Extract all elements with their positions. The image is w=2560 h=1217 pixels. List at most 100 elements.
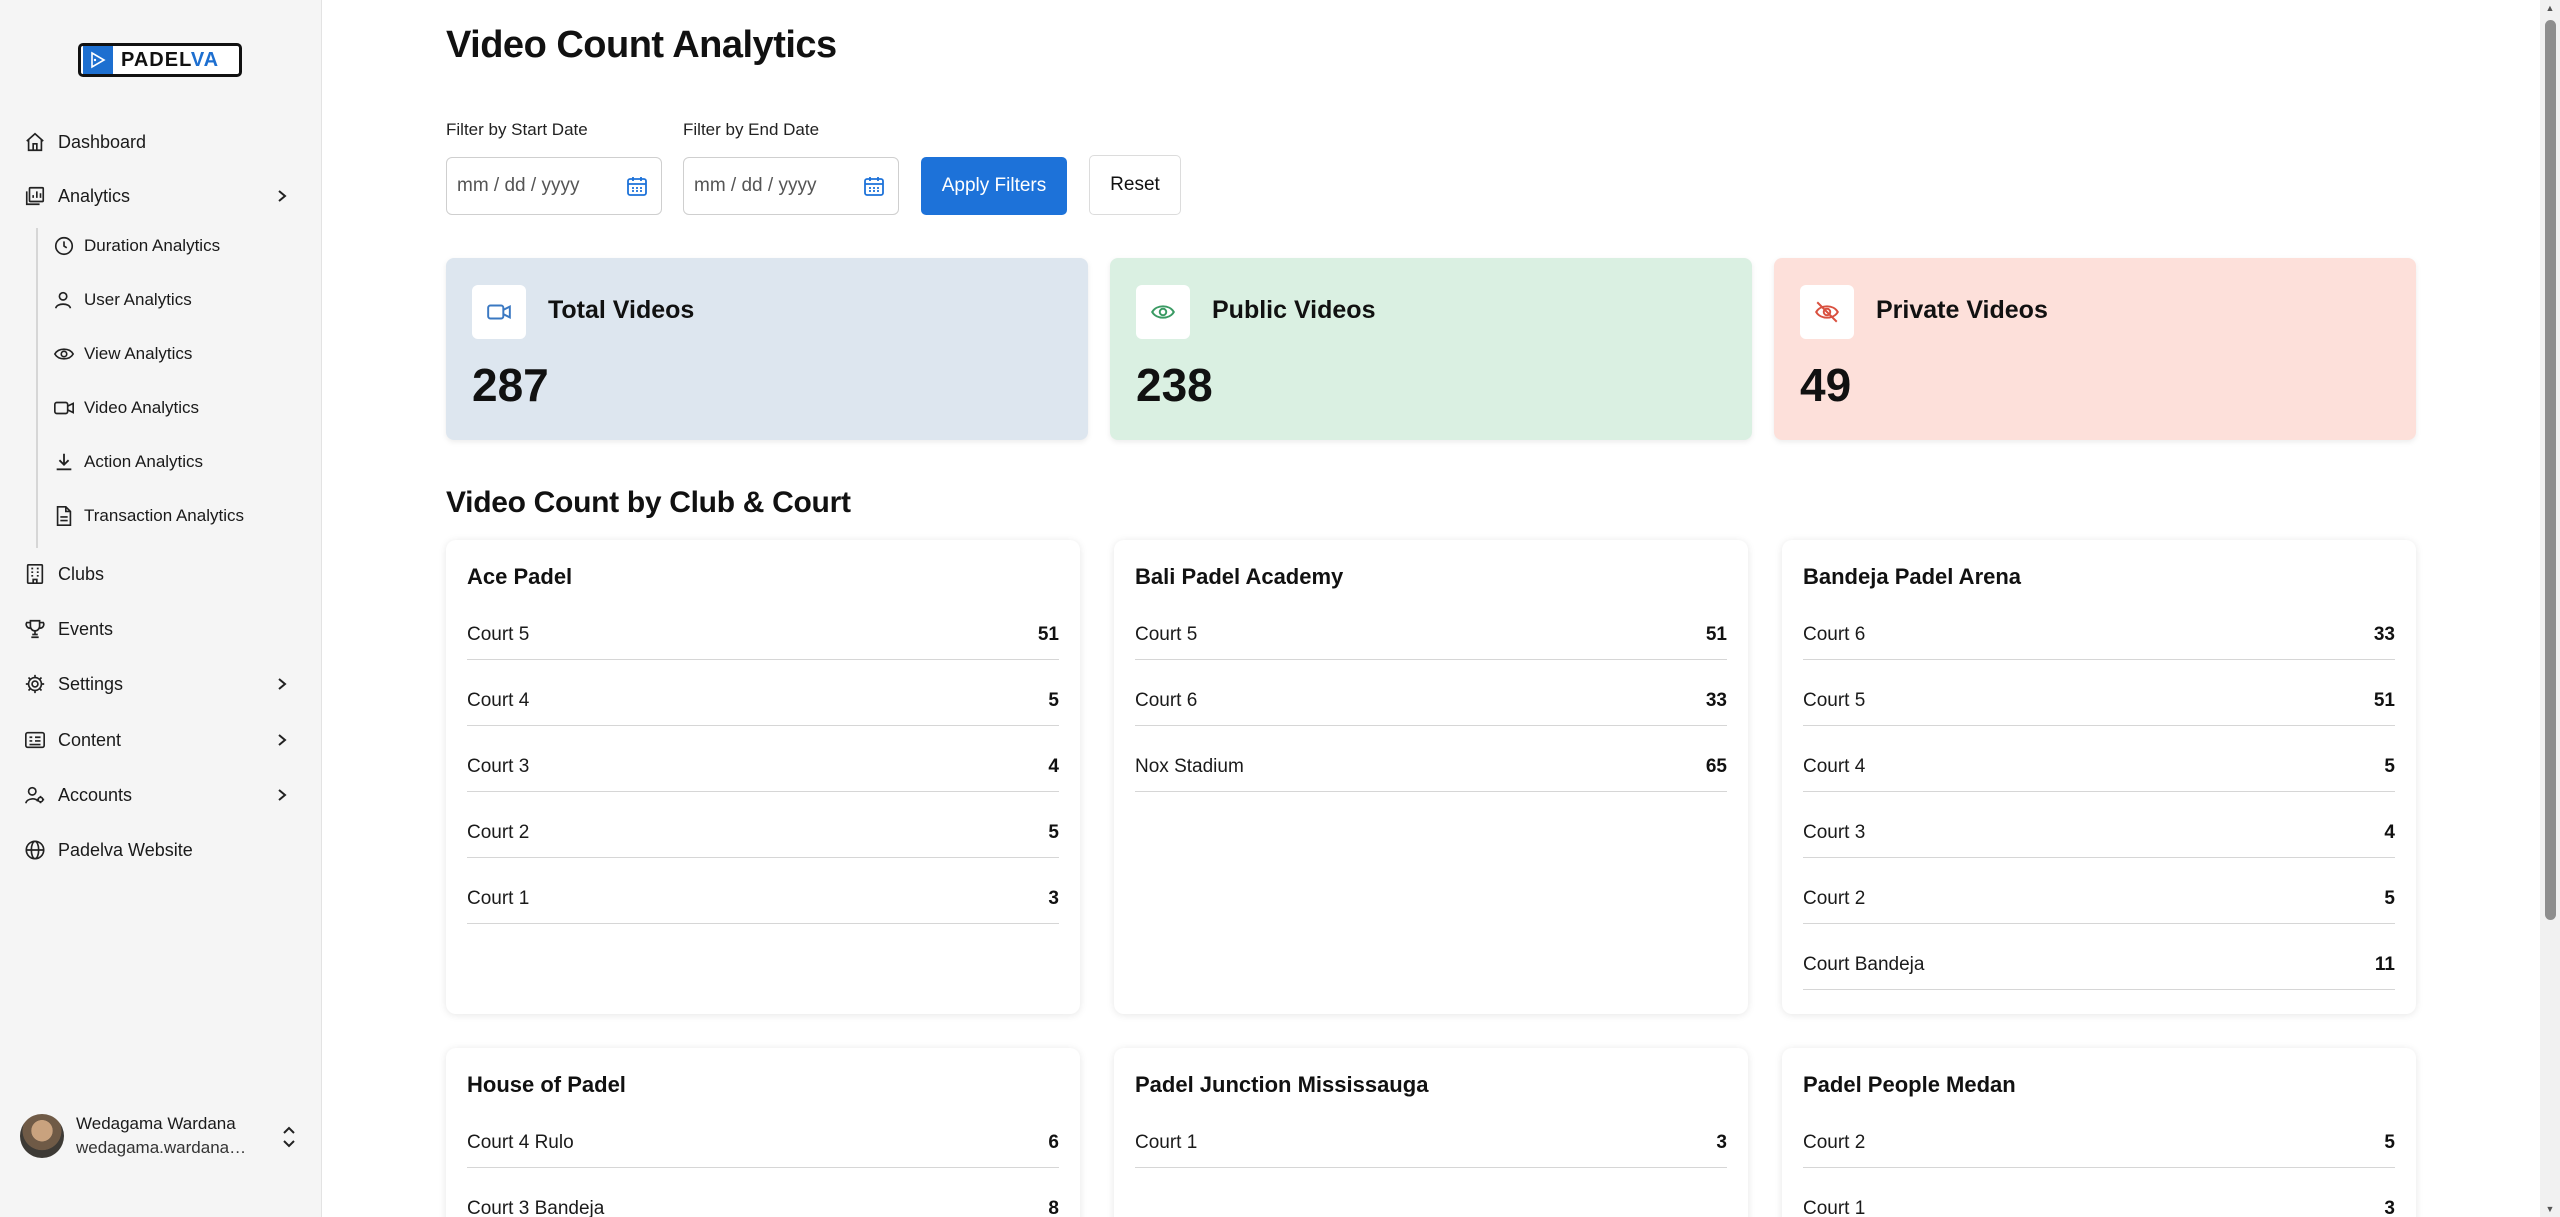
page-scrollbar[interactable]: ▲ ▼ (2540, 0, 2560, 1217)
club-name: House of Padel (467, 1072, 626, 1097)
apply-filters-button[interactable]: Apply Filters (921, 157, 1067, 215)
sidebar-item-label: Content (58, 729, 122, 750)
stat-title: Private Videos (1876, 296, 2048, 324)
court-count: 4 (1048, 755, 1059, 777)
chevron-right-icon[interactable] (272, 674, 292, 694)
club-card: Bandeja Padel Arena Court 6 33 Court 5 51 … (1782, 540, 2416, 1014)
sidebar-subitem-transaction-analytics[interactable]: Transaction Analytics (52, 499, 292, 533)
court-row: Court 4 Rulo 6 (467, 1102, 1059, 1168)
sidebar-item-analytics[interactable]: Analytics (22, 178, 292, 214)
court-count: 3 (1716, 1131, 1727, 1153)
court-row: Court 2 5 (467, 792, 1059, 858)
document-icon (52, 504, 76, 528)
club-name: Padel People Medan (1803, 1072, 2016, 1097)
sidebar-subitem-user-analytics[interactable]: User Analytics (52, 283, 292, 317)
court-row: Court 6 33 (1803, 594, 2395, 660)
date-placeholder: mm / dd / yyyy (694, 175, 817, 196)
end-date-label: Filter by End Date (683, 120, 820, 139)
sidebar-item-label: Settings (58, 673, 124, 694)
date-placeholder: mm / dd / yyyy (457, 175, 580, 196)
court-row: Court 1 3 (467, 858, 1059, 924)
chevron-right-icon[interactable] (272, 785, 292, 805)
calendar-icon[interactable] (625, 174, 649, 198)
padelva-logo[interactable]: PADELVA (78, 43, 242, 77)
reset-button[interactable]: Reset (1089, 155, 1181, 215)
court-count: 3 (1048, 887, 1059, 909)
scroll-down-arrow-icon[interactable]: ▼ (2544, 1204, 2556, 1214)
stat-value: 238 (1136, 359, 1213, 411)
court-count: 5 (1048, 689, 1059, 711)
chevron-right-icon[interactable] (272, 186, 292, 206)
court-count: 5 (2384, 887, 2395, 909)
sidebar-item-dashboard[interactable]: Dashboard (22, 124, 292, 160)
eye-off-icon (1800, 285, 1854, 339)
court-row: Court 2 5 (1803, 858, 2395, 924)
court-list: Court 6 33 Court 5 51 Court 4 5 Court 3 4 Co… (1803, 594, 2395, 990)
sidebar-subitem-duration-analytics[interactable]: Duration Analytics (52, 229, 292, 263)
court-count: 5 (2384, 755, 2395, 777)
sidebar-item-clubs[interactable]: Clubs (22, 556, 292, 592)
club-name: Ace Padel (467, 564, 573, 589)
section-title: Video Count by Club & Court (446, 486, 851, 519)
court-name: Court 5 (1135, 623, 1198, 645)
court-name: Court 2 (467, 821, 530, 843)
court-count: 5 (2384, 1131, 2395, 1153)
page-title: Video Count Analytics (446, 24, 837, 66)
court-count: 4 (2384, 821, 2395, 843)
court-count: 51 (1705, 623, 1727, 645)
court-row: Court 5 51 (1803, 660, 2395, 726)
sidebar-subitem-label: Duration Analytics (84, 236, 221, 255)
court-row: Court Bandeja 11 (1803, 924, 2395, 990)
building-icon (22, 561, 48, 587)
globe-icon (22, 837, 48, 863)
sidebar-item-settings[interactable]: Settings (22, 666, 292, 702)
court-row: Court 4 5 (467, 660, 1059, 726)
court-row: Court 1 3 (1135, 1102, 1727, 1168)
scroll-up-arrow-icon[interactable]: ▲ (2544, 3, 2556, 13)
sidebar-item-events[interactable]: Events (22, 611, 292, 647)
start-date-input[interactable]: mm / dd / yyyy (446, 157, 662, 215)
content-icon (22, 727, 48, 753)
sidebar-subitem-video-analytics[interactable]: Video Analytics (52, 391, 292, 425)
logo-word: PADELVA (121, 48, 220, 71)
sidebar-item-label: Dashboard (58, 131, 147, 152)
club-name: Bandeja Padel Arena (1803, 564, 2022, 589)
sidebar-item-content[interactable]: Content (22, 722, 292, 758)
calendar-icon[interactable] (862, 174, 886, 198)
video-camera-icon (472, 285, 526, 339)
court-count: 51 (1037, 623, 1059, 645)
club-card: Ace Padel Court 5 51 Court 4 5 Court 3 4 Co… (446, 540, 1080, 1014)
avatar (20, 1114, 64, 1158)
club-card: Padel Junction Mississauga Court 1 3 (1114, 1048, 1748, 1217)
trophy-icon (22, 616, 48, 642)
court-name: Court 2 (1803, 887, 1866, 909)
sidebar-subitem-view-analytics[interactable]: View Analytics (52, 337, 292, 371)
end-date-input[interactable]: mm / dd / yyyy (683, 157, 899, 215)
user-menu[interactable]: Wedagama Wardana wedagama.wardana@i... (20, 1108, 302, 1164)
court-row: Court 5 51 (467, 594, 1059, 660)
court-name: Court 4 (467, 689, 530, 711)
club-card: House of Padel Court 4 Rulo 6 Court 3 Ban… (446, 1048, 1080, 1217)
court-name: Court 3 Bandeja (467, 1197, 605, 1217)
sidebar-item-label: Padelva Website (58, 839, 193, 860)
user-email: wedagama.wardana@i... (76, 1138, 258, 1157)
chevron-right-icon[interactable] (272, 730, 292, 750)
sidebar-item-padelva-website[interactable]: Padelva Website (22, 832, 292, 868)
court-name: Court 4 (1803, 755, 1866, 777)
court-count: 3 (2384, 1197, 2395, 1217)
logo-mark-icon (83, 46, 113, 74)
stat-card-public-videos: Public Videos 238 (1110, 258, 1752, 440)
sidebar-subitem-label: View Analytics (84, 344, 193, 363)
sidebar-subitem-action-analytics[interactable]: Action Analytics (52, 445, 292, 479)
court-list: Court 5 51 Court 6 33 Nox Stadium 65 (1135, 594, 1727, 792)
chevron-up-down-icon[interactable] (276, 1122, 302, 1152)
court-name: Court 1 (467, 887, 530, 909)
scrollbar-thumb[interactable] (2545, 20, 2556, 920)
eye-icon (1136, 285, 1190, 339)
sidebar-item-accounts[interactable]: Accounts (22, 777, 292, 813)
court-name: Court 4 Rulo (467, 1131, 574, 1153)
stat-title: Total Videos (548, 296, 695, 324)
stat-title: Public Videos (1212, 296, 1376, 324)
court-count: 51 (2373, 689, 2395, 711)
stat-value: 287 (472, 359, 549, 411)
